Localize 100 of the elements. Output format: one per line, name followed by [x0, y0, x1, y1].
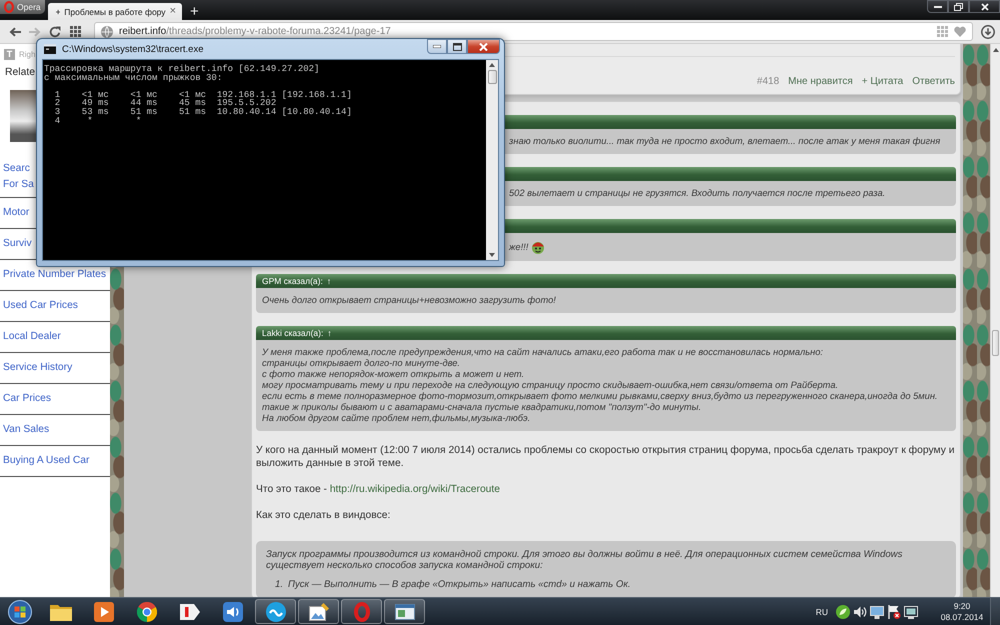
minimize-icon	[934, 6, 942, 8]
new-tab-button[interactable]: +	[190, 4, 199, 19]
download-icon	[981, 24, 995, 38]
sidebar-link[interactable]: Searc For Sa	[3, 160, 34, 192]
quote-text: могу просматривать тему и при переходе на следующую страницу просто скидывает-ошибка,нет связи/ответа от Райберта.	[262, 380, 838, 391]
wave-circle-icon	[266, 602, 286, 622]
scrollbar[interactable]	[486, 60, 498, 260]
close-button[interactable]	[969, 0, 1000, 13]
restore-icon	[954, 2, 963, 10]
url-link[interactable]: http://ru.wikipedia.org/wiki/Traceroute	[330, 484, 500, 495]
list-item-text: Пуск — Выполнить — В графе «Открыть» написать «cmd» и нажать Ок.	[288, 579, 631, 590]
quote-author: Lakki сказал(а):	[262, 327, 324, 340]
scrollbar-thumb[interactable]	[488, 70, 496, 84]
quote-text: У меня также проблема,после предупреждения,что на сайт начались атаки,его работа так и не восстановилась нормально:	[262, 347, 823, 358]
arrow-right-icon	[29, 26, 41, 36]
quote-text: Запуск программы производится из командной строки. Для этого вы должны войти в неё. Для операционных систем семейства Windows существует несколько способов запуска командной строки:	[266, 549, 904, 571]
quote-text: страницы открывает долго-по минуте-две.	[262, 358, 460, 369]
post-text: Что это такое - http://ru.wikipedia.org/wiki/Traceroute	[256, 483, 501, 496]
browser-tab[interactable]: Проблемы в работе фору ×	[48, 3, 182, 20]
console-line: 3 53 ms 51 ms 51 ms 10.80.40.14 [10.80.40.14]	[54, 108, 352, 117]
computer-icon[interactable]	[870, 604, 884, 618]
speaker-icon	[222, 602, 242, 622]
post-text: Как это сделать в виндовсе:	[256, 509, 392, 522]
scroll-up-icon[interactable]	[992, 48, 998, 52]
console-line: с максимальным числом прыжков 30:	[44, 74, 222, 82]
picture-pen-icon	[308, 602, 328, 620]
post-number: #418	[756, 76, 780, 88]
quote-author: GPM сказал(а):	[262, 275, 323, 288]
start-orb-icon	[8, 600, 32, 624]
flag-icon[interactable]	[887, 604, 901, 618]
sidebar-link[interactable]: Buying A Used Car	[3, 453, 90, 469]
download-button[interactable]	[981, 24, 995, 40]
sidebar-link[interactable]: Car Prices	[3, 391, 52, 407]
post-action-link[interactable]: + Цитата	[862, 76, 904, 88]
list-number: 1.	[275, 579, 284, 590]
maximize-icon	[452, 42, 462, 50]
sidebar-link[interactable]: Local Dealer	[3, 329, 61, 345]
console-line: 2 49 ms 44 ms 45 ms 195.5.5.202	[54, 99, 276, 108]
arrow-left-icon	[9, 26, 21, 36]
console-line: Трассировка маршрута к reibert.info [62.149.27.202]	[44, 65, 320, 74]
grid-icon	[70, 26, 80, 37]
browser-menu-button[interactable]: Opera	[0, 0, 45, 14]
terminal-icon	[44, 44, 56, 54]
console-line: 4 * *	[54, 116, 142, 126]
post-text: У кого на данный момент (12:00 7 июля 2014) остались проблемы со скоростью открытия страниц форума, просьба сделать тракроут к форуму и выложить данные в этой теме.	[256, 444, 956, 470]
reload-button[interactable]	[48, 24, 62, 40]
restore-button[interactable]	[948, 0, 969, 13]
quote-text: Очень долго открывает страницы+невозможно загрузить фото!	[262, 295, 556, 306]
post-action-link[interactable]: Ответить	[912, 76, 955, 88]
quote-text: 502 вылетает и страницы не грузятся. Входить получается после третьего раза.	[509, 188, 886, 199]
clock-date: 08.07.2014	[940, 612, 984, 622]
console-line: 1 <1 мс <1 мс <1 мс 192.168.1.1 [192.168.1.1]	[54, 90, 352, 100]
sidebar-link[interactable]: Motor	[3, 205, 30, 221]
minimize-button[interactable]	[427, 39, 447, 54]
sidebar-link[interactable]: Used Car Prices	[3, 298, 78, 314]
scroll-down-icon[interactable]	[489, 253, 495, 257]
sidebar-link[interactable]: Service History	[3, 360, 72, 376]
quote-text: же!!!	[509, 242, 528, 252]
o-ring-icon	[4, 1, 14, 13]
post-action-link[interactable]: Мне нравится	[788, 76, 853, 88]
ad-label: Righ	[19, 50, 36, 58]
sidebar-link[interactable]: Private Number Plates	[3, 267, 106, 283]
pie-circle-icon	[136, 602, 156, 622]
reload-icon	[49, 26, 61, 38]
speed-dial-button[interactable]	[68, 24, 82, 40]
sidebar-link[interactable]: Van Sales	[3, 422, 50, 438]
play-icon	[94, 602, 114, 622]
scroll-up-icon[interactable]	[489, 63, 495, 67]
tag-icon	[180, 604, 200, 620]
scrollbar-thumb[interactable]	[992, 330, 999, 356]
jump-to-quote-link[interactable]: ↑	[326, 274, 332, 288]
monitor-icon[interactable]	[904, 604, 918, 618]
close-icon	[980, 2, 988, 10]
window-icon	[394, 604, 414, 620]
leaf-icon[interactable]	[836, 604, 850, 618]
ad-badge: T	[4, 48, 15, 60]
language-indicator[interactable]: RU	[816, 606, 828, 616]
taskbar-button[interactable]	[384, 599, 425, 624]
sidebar-link[interactable]: Surviv	[3, 236, 32, 252]
globe-icon	[101, 26, 113, 38]
photo-placeholder	[10, 90, 36, 142]
maximize-button[interactable]	[447, 39, 467, 54]
folder-icon	[50, 602, 72, 620]
taskbar-button[interactable]	[255, 599, 296, 624]
o-ring-icon	[354, 602, 370, 622]
minimize-button[interactable]	[927, 0, 948, 13]
close-button[interactable]	[467, 39, 500, 54]
jump-to-quote-link[interactable]: ↑	[327, 326, 332, 340]
sidebar-heading: Relate	[5, 66, 36, 79]
quote-text: знаю только виолити... так туда не просто входит, влетает... после атак у меня такая фигня	[509, 136, 940, 147]
clock-time: 9:20	[954, 600, 970, 612]
quote-text: с фото также непорядок-может открыть а может и нет.	[262, 369, 524, 380]
tab-close-button[interactable]: ×	[170, 6, 176, 17]
window-title: C:\Windows\system32\tracert.exe	[62, 44, 204, 54]
speaker-icon[interactable]	[853, 604, 867, 618]
page-scrollbar[interactable]	[990, 44, 1000, 597]
taskbar-button[interactable]	[298, 599, 339, 624]
quote-text: такие ж приколы бывают и с аватарами-сначала пустые квадратики,потом "ползут"-до минуты.	[262, 402, 702, 413]
quote-text: если есть в теме полноразмерное фото-тормозит,открывает фото мелкими рывками,сверху вниз,будто из перегруженного сканера,иногда до 5мин.	[262, 391, 938, 402]
close-icon	[479, 42, 488, 50]
